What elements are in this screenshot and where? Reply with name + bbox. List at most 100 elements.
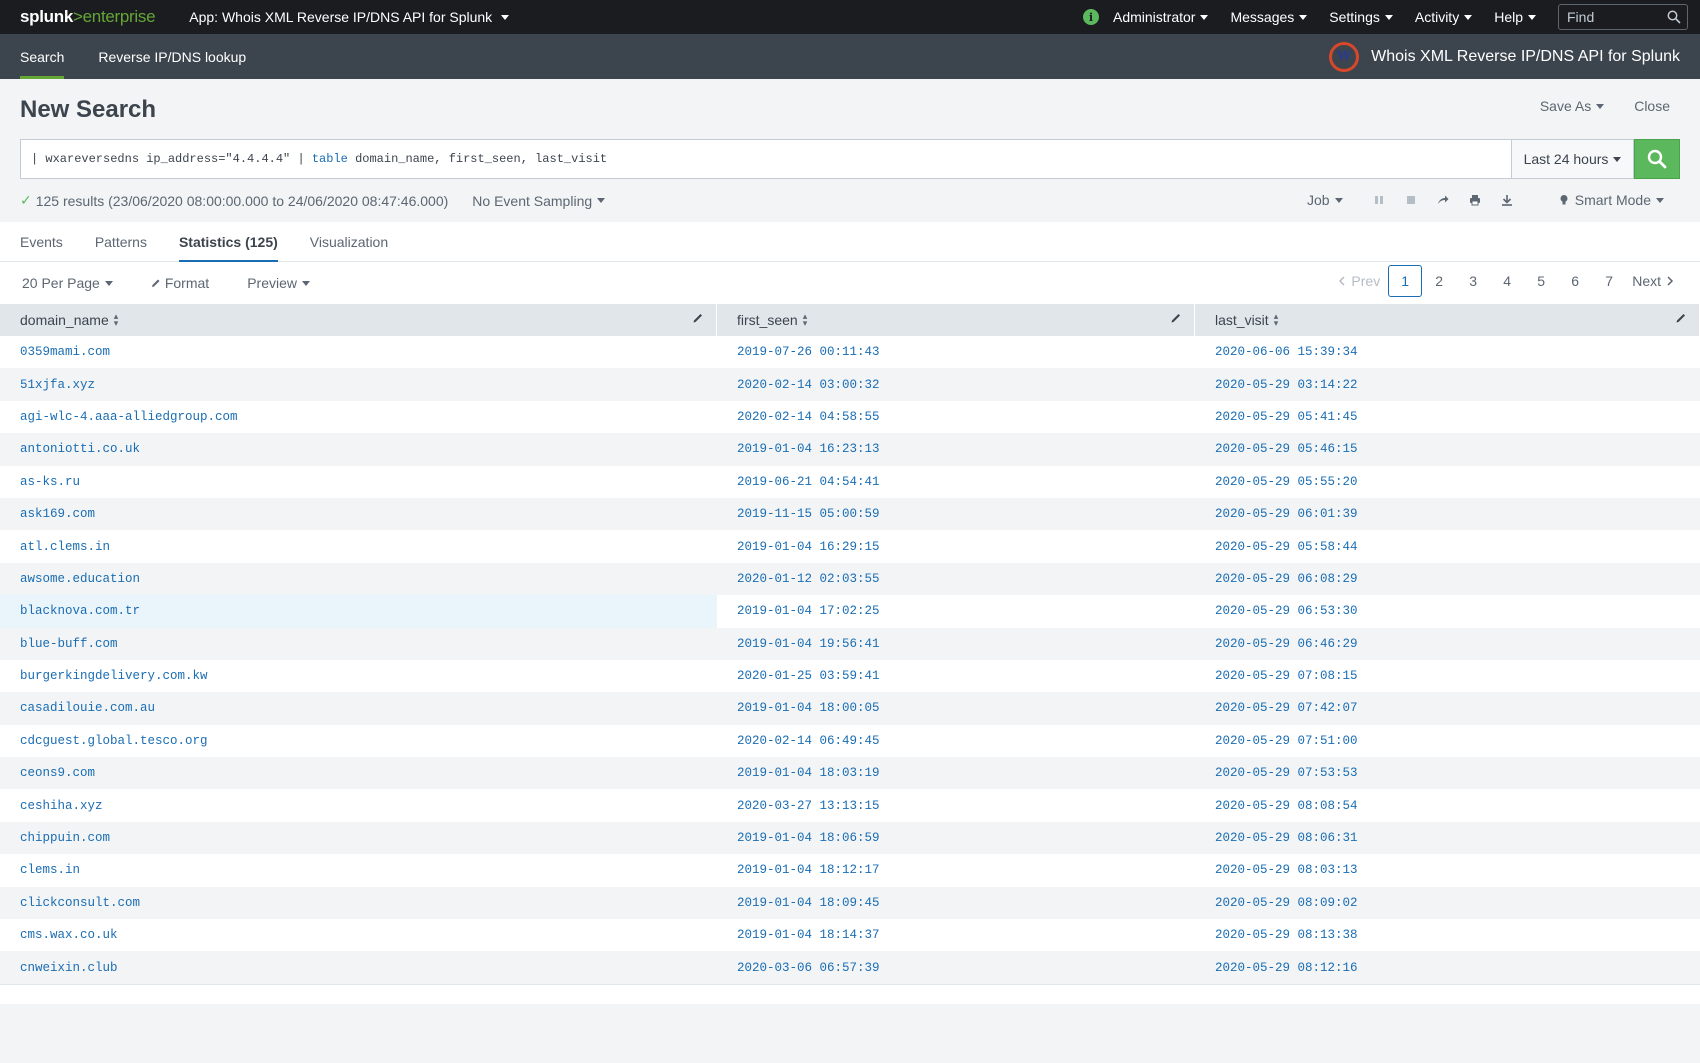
edit-column-icon[interactable] xyxy=(692,312,704,324)
cell-last-visit[interactable]: 2020-05-29 08:06:31 xyxy=(1195,822,1700,854)
print-icon[interactable] xyxy=(1459,194,1491,206)
tab-visualization[interactable]: Visualization xyxy=(310,222,388,262)
column-header-domain-name[interactable]: domain_name ▴ ▾ xyxy=(0,304,717,336)
cell-first-seen[interactable]: 2019-01-04 18:14:37 xyxy=(717,919,1195,951)
sort-icon[interactable]: ▴ ▾ xyxy=(1274,312,1279,328)
cell-first-seen[interactable]: 2019-01-04 18:09:45 xyxy=(717,887,1195,919)
page-7-button[interactable]: 7 xyxy=(1592,265,1626,297)
cell-domain-name[interactable]: awsome.education xyxy=(0,563,717,595)
cell-last-visit[interactable]: 2020-05-29 05:55:20 xyxy=(1195,466,1700,498)
cell-last-visit[interactable]: 2020-05-29 05:41:45 xyxy=(1195,401,1700,433)
cell-first-seen[interactable]: 2019-01-04 18:03:19 xyxy=(717,757,1195,789)
menu-messages[interactable]: Messages xyxy=(1230,9,1308,25)
search-button[interactable] xyxy=(1634,139,1680,179)
cell-last-visit[interactable]: 2020-06-06 15:39:34 xyxy=(1195,336,1700,368)
cell-first-seen[interactable]: 2019-01-04 16:23:13 xyxy=(717,433,1195,465)
stop-icon[interactable] xyxy=(1395,195,1427,205)
tab-statistics[interactable]: Statistics (125) xyxy=(178,222,278,263)
cell-last-visit[interactable]: 2020-05-29 06:01:39 xyxy=(1195,498,1700,530)
cell-domain-name[interactable]: clems.in xyxy=(0,854,717,886)
cell-domain-name[interactable]: cdcguest.global.tesco.org xyxy=(0,725,717,757)
cell-first-seen[interactable]: 2019-06-21 04:54:41 xyxy=(717,466,1195,498)
cell-last-visit[interactable]: 2020-05-29 07:53:53 xyxy=(1195,757,1700,789)
cell-domain-name[interactable]: blue-buff.com xyxy=(0,628,717,660)
cell-first-seen[interactable]: 2019-11-15 05:00:59 xyxy=(717,498,1195,530)
menu-administrator[interactable]: Administrator xyxy=(1113,9,1209,25)
cell-domain-name[interactable]: burgerkingdelivery.com.kw xyxy=(0,660,717,692)
cell-first-seen[interactable]: 2020-03-06 06:57:39 xyxy=(717,951,1195,983)
menu-settings[interactable]: Settings xyxy=(1329,9,1393,25)
cell-first-seen[interactable]: 2019-07-26 00:11:43 xyxy=(717,336,1195,368)
cell-first-seen[interactable]: 2019-01-04 17:02:25 xyxy=(717,595,1195,627)
cell-domain-name[interactable]: cnweixin.club xyxy=(0,951,717,983)
pause-icon[interactable] xyxy=(1363,195,1395,205)
cell-last-visit[interactable]: 2020-05-29 07:08:15 xyxy=(1195,660,1700,692)
cell-domain-name[interactable]: ask169.com xyxy=(0,498,717,530)
job-menu[interactable]: Job xyxy=(1307,192,1343,208)
page-1-button[interactable]: 1 xyxy=(1388,265,1423,297)
cell-domain-name[interactable]: as-ks.ru xyxy=(0,466,717,498)
cell-last-visit[interactable]: 2020-05-29 06:08:29 xyxy=(1195,563,1700,595)
page-2-button[interactable]: 2 xyxy=(1422,265,1456,297)
cell-domain-name[interactable]: antoniotti.co.uk xyxy=(0,433,717,465)
cell-last-visit[interactable]: 2020-05-29 06:46:29 xyxy=(1195,628,1700,660)
search-mode-dropdown[interactable]: Smart Mode xyxy=(1559,192,1664,208)
cell-first-seen[interactable]: 2020-02-14 04:58:55 xyxy=(717,401,1195,433)
cell-domain-name[interactable]: ceshiha.xyz xyxy=(0,789,717,821)
share-icon[interactable] xyxy=(1427,195,1459,205)
app-selector[interactable]: App: Whois XML Reverse IP/DNS API for Sp… xyxy=(189,9,510,25)
menu-help[interactable]: Help xyxy=(1494,9,1536,25)
column-header-first-seen[interactable]: first_seen ▴ ▾ xyxy=(717,304,1195,336)
splunk-logo[interactable]: splunk>enterprise xyxy=(20,7,156,27)
cell-last-visit[interactable]: 2020-05-29 08:08:54 xyxy=(1195,789,1700,821)
cell-first-seen[interactable]: 2020-01-25 03:59:41 xyxy=(717,660,1195,692)
find-input[interactable]: Find xyxy=(1558,4,1688,30)
cell-last-visit[interactable]: 2020-05-29 07:51:00 xyxy=(1195,725,1700,757)
column-header-last-visit[interactable]: last_visit ▴ ▾ xyxy=(1195,304,1700,336)
cell-domain-name[interactable]: clickconsult.com xyxy=(0,887,717,919)
cell-domain-name[interactable]: ceons9.com xyxy=(0,757,717,789)
menu-activity[interactable]: Activity xyxy=(1415,9,1473,25)
export-icon[interactable] xyxy=(1491,194,1523,206)
page-3-button[interactable]: 3 xyxy=(1456,265,1490,297)
sort-icon[interactable]: ▴ ▾ xyxy=(114,312,119,328)
cell-first-seen[interactable]: 2020-02-14 03:00:32 xyxy=(717,368,1195,400)
cell-domain-name[interactable]: chippuin.com xyxy=(0,822,717,854)
cell-domain-name[interactable]: atl.clems.in xyxy=(0,530,717,562)
next-page-button[interactable]: Next xyxy=(1626,265,1680,297)
cell-first-seen[interactable]: 2019-01-04 18:00:05 xyxy=(717,692,1195,724)
cell-last-visit[interactable]: 2020-05-29 06:53:30 xyxy=(1195,595,1700,627)
close-button[interactable]: Close xyxy=(1634,98,1670,114)
cell-domain-name[interactable]: 0359mami.com xyxy=(0,336,717,368)
cell-last-visit[interactable]: 2020-05-29 08:12:16 xyxy=(1195,951,1700,983)
cell-last-visit[interactable]: 2020-05-29 08:09:02 xyxy=(1195,887,1700,919)
cell-last-visit[interactable]: 2020-05-29 07:42:07 xyxy=(1195,692,1700,724)
cell-domain-name[interactable]: casadilouie.com.au xyxy=(0,692,717,724)
cell-first-seen[interactable]: 2019-01-04 19:56:41 xyxy=(717,628,1195,660)
format-button[interactable]: Format xyxy=(151,275,209,291)
cell-first-seen[interactable]: 2020-01-12 02:03:55 xyxy=(717,563,1195,595)
preview-dropdown[interactable]: Preview xyxy=(247,275,310,291)
search-query-input[interactable]: | wxareversedns ip_address="4.4.4.4" | t… xyxy=(20,139,1511,179)
tab-events[interactable]: Events xyxy=(20,222,63,262)
event-sampling-dropdown[interactable]: No Event Sampling xyxy=(472,193,606,209)
info-icon[interactable]: i xyxy=(1082,9,1099,25)
cell-first-seen[interactable]: 2019-01-04 18:12:17 xyxy=(717,854,1195,886)
cell-domain-name[interactable]: blacknova.com.tr xyxy=(0,595,717,628)
cell-first-seen[interactable]: 2019-01-04 18:06:59 xyxy=(717,822,1195,854)
cell-last-visit[interactable]: 2020-05-29 03:14:22 xyxy=(1195,368,1700,400)
edit-column-icon[interactable] xyxy=(1170,312,1182,324)
tab-patterns[interactable]: Patterns xyxy=(95,222,147,262)
page-4-button[interactable]: 4 xyxy=(1490,265,1524,297)
cell-first-seen[interactable]: 2020-02-14 06:49:45 xyxy=(717,725,1195,757)
cell-last-visit[interactable]: 2020-05-29 05:46:15 xyxy=(1195,433,1700,465)
cell-first-seen[interactable]: 2019-01-04 16:29:15 xyxy=(717,530,1195,562)
page-6-button[interactable]: 6 xyxy=(1558,265,1592,297)
cell-domain-name[interactable]: agi-wlc-4.aaa-alliedgroup.com xyxy=(0,401,717,433)
cell-last-visit[interactable]: 2020-05-29 08:03:13 xyxy=(1195,854,1700,886)
save-as-button[interactable]: Save As xyxy=(1540,98,1605,114)
cell-domain-name[interactable]: cms.wax.co.uk xyxy=(0,919,717,951)
cell-last-visit[interactable]: 2020-05-29 08:13:38 xyxy=(1195,919,1700,951)
page-5-button[interactable]: 5 xyxy=(1524,265,1558,297)
per-page-dropdown[interactable]: 20 Per Page xyxy=(22,275,113,291)
